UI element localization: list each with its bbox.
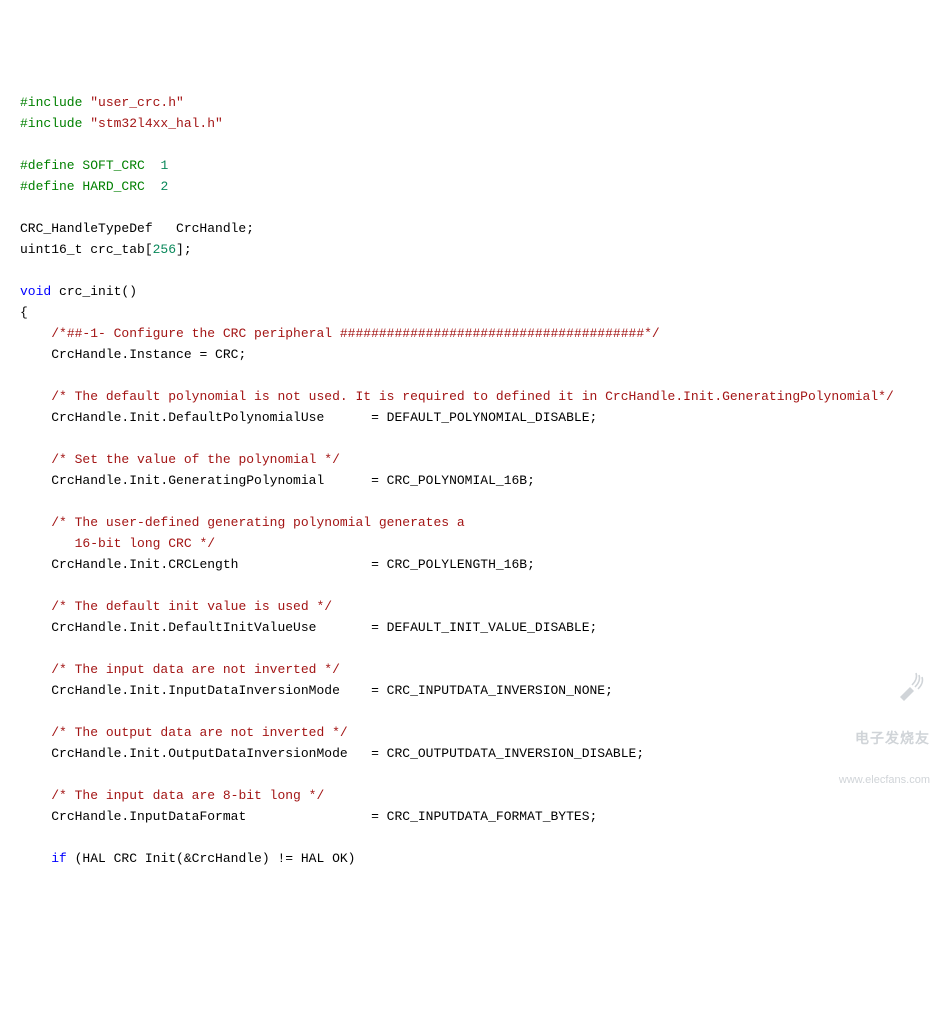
define-name: HARD_CRC — [75, 179, 161, 194]
if-condition: (HAL CRC Init(&CrcHandle) != HAL OK) — [67, 851, 356, 866]
comment: /* The input data are not inverted */ — [51, 662, 340, 677]
code-line: CrcHandle.Init.InputDataInversionMode = … — [51, 683, 613, 698]
code-line: CrcHandle.Init.OutputDataInversionMode =… — [51, 746, 644, 761]
comment: /* The default polynomial is not used. I… — [51, 389, 894, 404]
code-line: CrcHandle.Instance = CRC; — [51, 347, 246, 362]
declaration-part: uint16_t crc_tab[ — [20, 242, 153, 257]
code-block: #include "user_crc.h" #include "stm32l4x… — [20, 92, 924, 869]
code-line: CrcHandle.Init.DefaultInitValueUse = DEF… — [51, 620, 597, 635]
declaration-part: ]; — [176, 242, 192, 257]
comment: /*##-1- Configure the CRC peripheral ###… — [51, 326, 660, 341]
keyword-void: void — [20, 284, 51, 299]
define-value: 1 — [160, 158, 168, 173]
include-directive: #include — [20, 95, 90, 110]
define-name: SOFT_CRC — [75, 158, 161, 173]
define-directive: #define — [20, 158, 75, 173]
code-line: CrcHandle.Init.CRCLength = CRC_POLYLENGT… — [51, 557, 535, 572]
brace-open: { — [20, 305, 28, 320]
include-file: "user_crc.h" — [90, 95, 184, 110]
include-file: "stm32l4xx_hal.h" — [90, 116, 223, 131]
comment: /* The output data are not inverted */ — [51, 725, 347, 740]
comment: /* The input data are 8-bit long */ — [51, 788, 324, 803]
include-directive: #include — [20, 116, 90, 131]
comment: 16-bit long CRC */ — [51, 536, 215, 551]
comment: /* The default init value is used */ — [51, 599, 332, 614]
comment: /* The user-defined generating polynomia… — [51, 515, 464, 530]
function-signature: crc_init() — [51, 284, 137, 299]
array-size: 256 — [153, 242, 176, 257]
define-directive: #define — [20, 179, 75, 194]
declaration: CRC_HandleTypeDef CrcHandle; — [20, 221, 254, 236]
code-line: CrcHandle.Init.GeneratingPolynomial = CR… — [51, 473, 535, 488]
define-value: 2 — [160, 179, 168, 194]
code-line: CrcHandle.InputDataFormat = CRC_INPUTDAT… — [51, 809, 597, 824]
comment: /* Set the value of the polynomial */ — [51, 452, 340, 467]
code-line: CrcHandle.Init.DefaultPolynomialUse = DE… — [51, 410, 597, 425]
keyword-if: if — [51, 851, 67, 866]
